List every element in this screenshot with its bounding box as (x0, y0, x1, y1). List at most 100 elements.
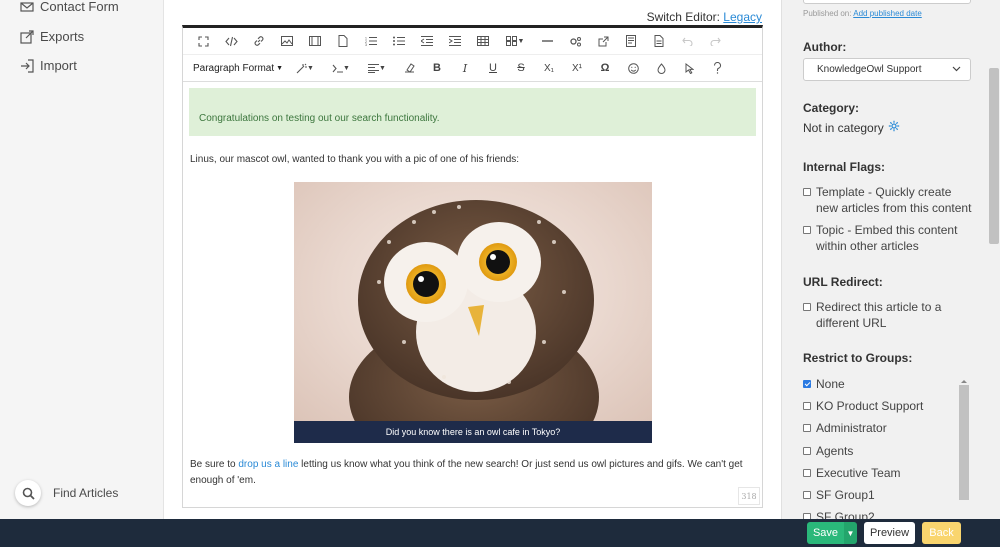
snippet-icon[interactable]: ▼ (497, 30, 533, 52)
category-value: Not in category (803, 120, 900, 135)
switch-editor: Switch Editor: Legacy (647, 10, 762, 24)
restrict-groups-label: Restrict to Groups: (803, 351, 913, 365)
owl-image[interactable] (294, 182, 652, 421)
owl-figure[interactable]: Did you know there is an owl cafe in Tok… (294, 182, 652, 443)
group-sf-group2-checkbox[interactable]: SF Group2 (803, 509, 973, 519)
help-icon[interactable] (703, 57, 731, 79)
switch-editor-label: Switch Editor: (646, 10, 720, 24)
published-label: Published on: (803, 9, 852, 18)
find-articles-label: Find Articles (53, 486, 119, 500)
clear-format-icon[interactable] (395, 57, 423, 79)
drop-us-a-line-link[interactable]: drop us a line (238, 459, 298, 470)
paragraph-format-dropdown[interactable]: Paragraph Format ▼ (189, 63, 287, 74)
cursor-pointer-icon[interactable] (675, 57, 703, 79)
author-label: Author: (803, 40, 847, 54)
checkbox[interactable] (803, 188, 811, 196)
character-count: 318 (738, 487, 760, 505)
closing-paragraph: Be sure to drop us a line letting us kno… (189, 457, 756, 489)
group-label: Administrator (816, 421, 887, 435)
group-ko-product-support-checkbox[interactable]: KO Product Support (803, 398, 973, 414)
template-icon[interactable] (617, 30, 645, 52)
group-none-checkbox[interactable]: None (803, 376, 973, 392)
undo-icon[interactable] (673, 30, 701, 52)
groups-scrollbar[interactable] (957, 377, 970, 504)
left-sidebar: Contact Form Exports Import Find Article… (0, 0, 164, 519)
checkbox[interactable] (803, 303, 811, 311)
author-select[interactable]: KnowledgeOwl Support (803, 58, 971, 81)
category-label: Category: (803, 101, 860, 115)
save-button[interactable]: Save (807, 522, 844, 544)
external-link-icon[interactable] (589, 30, 617, 52)
file-icon[interactable] (329, 30, 357, 52)
nav-item-label: Exports (40, 29, 85, 44)
bold-icon[interactable]: B (423, 57, 451, 79)
group-executive-team-checkbox[interactable]: Executive Team (803, 465, 973, 481)
group-sf-group1-checkbox[interactable]: SF Group1 (803, 487, 973, 503)
magic-wand-icon[interactable]: ▼ (287, 57, 323, 79)
document-icon[interactable] (645, 30, 673, 52)
checkbox[interactable] (803, 491, 811, 499)
video-icon[interactable] (301, 30, 329, 52)
category-text: Not in category (803, 120, 884, 135)
link-icon[interactable] (245, 30, 273, 52)
paragraph-format-label: Paragraph Format (193, 62, 275, 74)
checkbox[interactable] (803, 469, 811, 477)
editor-content[interactable]: Congratulations on testing out our searc… (183, 82, 762, 489)
add-published-date-link[interactable]: Add published date (853, 9, 922, 18)
envelope-icon (20, 0, 34, 14)
back-button[interactable]: Back (922, 522, 961, 544)
nav-item-exports[interactable]: Exports (20, 29, 84, 44)
superscript-icon[interactable]: X¹ (563, 57, 591, 79)
nav-item-label: Contact Form (40, 0, 119, 14)
code-view-icon[interactable] (217, 30, 245, 52)
import-icon (20, 58, 34, 73)
page-scrollbar-thumb[interactable] (989, 68, 999, 244)
gear-icon[interactable] (888, 120, 900, 135)
redirect-checkbox[interactable]: Redirect this article to a different URL (803, 299, 973, 331)
italic-icon[interactable]: I (451, 57, 479, 79)
indent-icon[interactable] (441, 30, 469, 52)
save-options-button[interactable]: ▼ (844, 522, 857, 544)
group-label: SF Group2 (816, 510, 875, 519)
fullscreen-icon[interactable] (189, 30, 217, 52)
checkbox[interactable] (803, 226, 811, 234)
redo-icon[interactable] (701, 30, 729, 52)
nav-item-import[interactable]: Import (20, 58, 77, 73)
preview-button[interactable]: Preview (864, 522, 915, 544)
group-label: SF Group1 (816, 488, 875, 502)
group-agents-checkbox[interactable]: Agents (803, 443, 973, 459)
published-date-input[interactable] (803, 0, 971, 4)
rich-text-editor: 123 ▼ Paragraph Format ▼ ▼ ▼ ▼ B I U S X₁… (182, 25, 763, 508)
group-label: KO Product Support (816, 399, 924, 413)
checkbox[interactable] (803, 380, 811, 388)
unordered-list-icon[interactable] (385, 30, 413, 52)
flag-template-checkbox[interactable]: Template - Quickly create new articles f… (803, 184, 973, 216)
group-administrator-checkbox[interactable]: Administrator (803, 420, 973, 436)
groups-scrollbar-thumb[interactable] (959, 385, 969, 500)
outdent-icon[interactable] (413, 30, 441, 52)
find-articles-button[interactable]: Find Articles (15, 480, 118, 506)
subscript-icon[interactable]: X₁ (535, 57, 563, 79)
checkbox[interactable] (803, 402, 811, 410)
settings-icon[interactable] (561, 30, 589, 52)
checkbox[interactable] (803, 424, 811, 432)
nav-item-contact-form[interactable]: Contact Form (20, 0, 119, 14)
horizontal-rule-icon[interactable] (533, 30, 561, 52)
ordered-list-icon[interactable]: 123 (357, 30, 385, 52)
flag-template-label: Template - Quickly create new articles f… (816, 185, 972, 215)
color-drop-icon[interactable] (647, 57, 675, 79)
strikethrough-icon[interactable]: S (507, 57, 535, 79)
flag-topic-checkbox[interactable]: Topic - Embed this content within other … (803, 222, 973, 254)
switch-editor-legacy-link[interactable]: Legacy (723, 10, 762, 24)
underline-icon[interactable]: U (479, 57, 507, 79)
special-character-icon[interactable]: Ω (591, 57, 619, 79)
checkbox[interactable] (803, 447, 811, 455)
published-date: Published on: Add published date (803, 9, 922, 18)
page-scrollbar[interactable] (988, 0, 1000, 519)
emoticon-icon[interactable] (619, 57, 647, 79)
align-icon[interactable]: ▼ (359, 57, 395, 79)
table-icon[interactable] (469, 30, 497, 52)
inline-code-icon[interactable]: ▼ (323, 57, 359, 79)
chevron-down-icon: ▼ (276, 64, 283, 72)
image-icon[interactable] (273, 30, 301, 52)
